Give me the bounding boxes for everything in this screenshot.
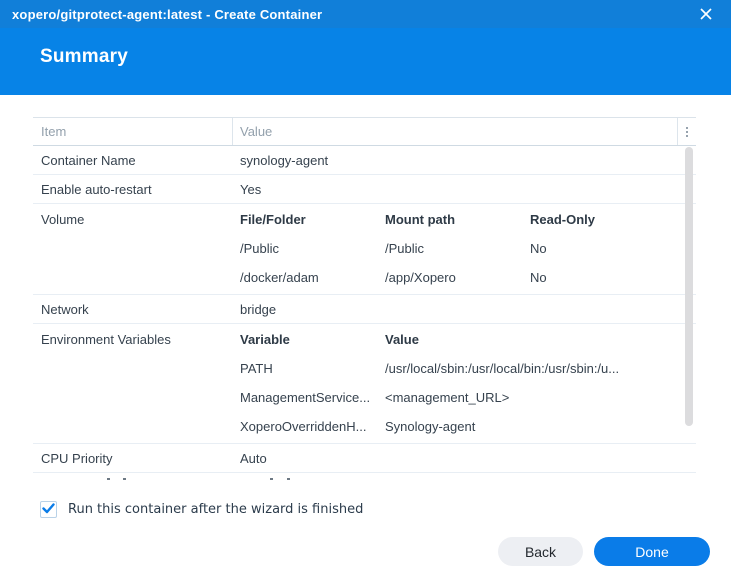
run-checkbox-label: Run this container after the wizard is f…	[68, 502, 364, 517]
env-value: Synology-agent	[385, 419, 476, 434]
row-value: Auto	[240, 450, 267, 466]
env-entry: PATH /usr/local/sbin:/usr/local/bin:/usr…	[240, 354, 696, 383]
table-row-environment-variables: Environment Variables Variable Value PAT…	[33, 324, 696, 444]
volume-mount: /app/Xopero	[385, 270, 456, 285]
row-label: Network	[41, 301, 89, 317]
run-checkbox[interactable]	[40, 501, 57, 518]
row-value: synology-agent	[240, 152, 329, 168]
row-label: CPU Priority	[41, 450, 113, 466]
volume-entry: /docker/adam /app/Xopero No	[240, 263, 696, 292]
summary-table: Item Value Container Name synology-agent…	[33, 117, 696, 485]
volume-mount: /Public	[385, 241, 425, 256]
checkmark-icon	[42, 503, 55, 514]
row-label: Container Name	[41, 152, 136, 168]
env-value: <management_URL>	[385, 390, 510, 405]
subcolumn-variable: Variable	[240, 332, 290, 347]
table-row-cpu-priority: CPU Priority Auto	[33, 444, 696, 473]
env-value: /usr/local/sbin:/usr/local/bin:/usr/sbin…	[385, 361, 620, 376]
env-variable: ManagementService...	[240, 390, 371, 405]
row-label: Enable auto-restart	[41, 181, 152, 197]
table-row-auto-restart: Enable auto-restart Yes	[33, 175, 696, 204]
table-row-network: Network bridge	[33, 295, 696, 324]
volume-entry: /Public /Public No	[240, 234, 696, 263]
row-label: Environment Variables	[41, 332, 171, 347]
volume-subtable: File/Folder Mount path Read-Only /Public…	[233, 205, 696, 292]
wizard-header: Summary	[0, 28, 731, 95]
env-variable: PATH	[240, 361, 273, 376]
back-button[interactable]: Back	[498, 537, 583, 566]
env-entry: ManagementService... <management_URL>	[240, 383, 696, 412]
subcolumn-mount-path: Mount path	[385, 212, 456, 227]
subcolumn-read-only: Read-Only	[530, 212, 596, 227]
row-label: Volume	[41, 212, 85, 227]
dialog-titlebar: xopero/gitprotect-agent:latest - Create …	[0, 0, 731, 28]
column-header-value: Value	[240, 124, 273, 139]
dialog-title: xopero/gitprotect-agent:latest - Create …	[12, 6, 323, 22]
row-value: bridge	[240, 301, 277, 317]
vertical-dots-icon	[686, 126, 688, 137]
table-header-row: Item Value	[33, 117, 696, 146]
env-subtable-header: Variable Value	[240, 325, 696, 354]
table-row-clipped	[33, 473, 696, 485]
wizard-footer: Back Done	[498, 537, 710, 566]
table-scrollbar[interactable]	[685, 147, 693, 426]
page-title: Summary	[40, 46, 128, 67]
column-header-item: Item	[33, 118, 233, 145]
subcolumn-file-folder: File/Folder	[240, 212, 306, 227]
volume-readonly: No	[530, 241, 547, 256]
done-button[interactable]: Done	[594, 537, 710, 566]
volume-readonly: No	[530, 270, 547, 285]
env-subtable: Variable Value PATH /usr/local/sbin:/usr…	[233, 325, 696, 441]
volume-subtable-header: File/Folder Mount path Read-Only	[240, 205, 696, 234]
subcolumn-value: Value	[385, 332, 419, 347]
volume-file: /docker/adam	[240, 270, 319, 285]
table-row-volume: Volume File/Folder Mount path Read-Only …	[33, 204, 696, 295]
dialog-body: Item Value Container Name synology-agent…	[0, 95, 731, 518]
table-row-container-name: Container Name synology-agent	[33, 146, 696, 175]
column-menu-button[interactable]	[677, 118, 696, 145]
volume-file: /Public	[240, 241, 280, 256]
run-after-wizard-option: Run this container after the wizard is f…	[40, 501, 696, 518]
env-variable: XoperoOverriddenH...	[240, 419, 367, 434]
close-icon[interactable]	[697, 5, 715, 23]
env-entry: XoperoOverriddenH... Synology-agent	[240, 412, 696, 441]
row-value: Yes	[240, 181, 262, 197]
